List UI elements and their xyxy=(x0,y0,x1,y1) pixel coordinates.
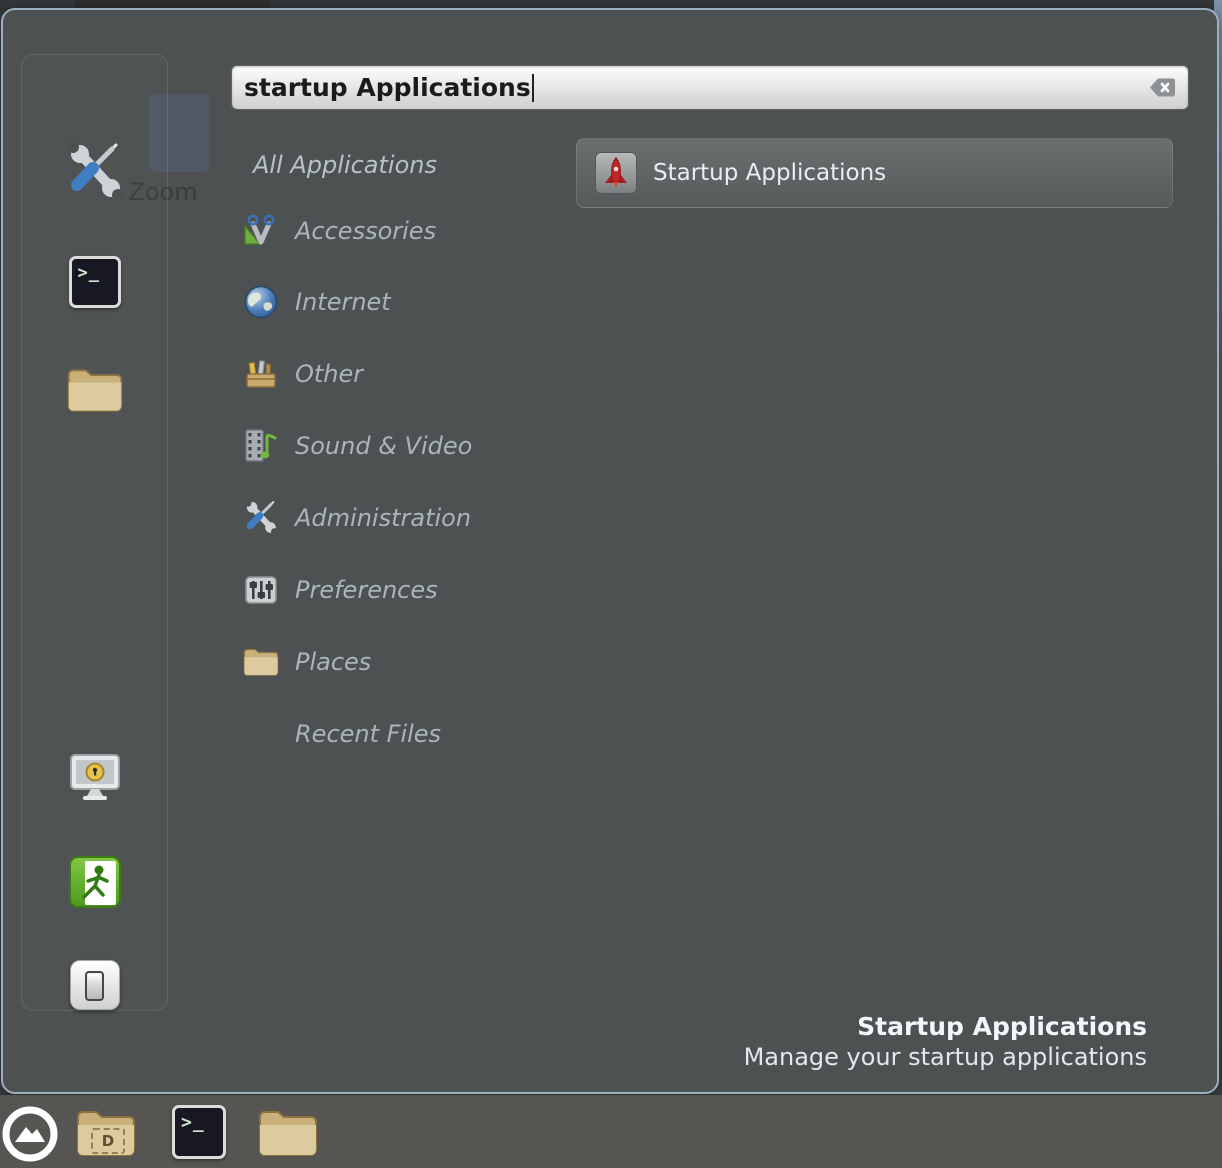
taskbar: D >_ xyxy=(0,1095,1222,1168)
startup-rocket-icon xyxy=(595,152,637,194)
category-places[interactable]: Places xyxy=(241,627,571,697)
taskbar-terminal-button[interactable]: >_ xyxy=(172,1105,226,1159)
category-label: All Applications xyxy=(253,151,437,179)
folder-icon xyxy=(256,1104,320,1162)
category-administration[interactable]: Administration xyxy=(241,483,571,553)
selection-subtitle: Manage your startup applications xyxy=(744,1043,1147,1072)
folder-icon xyxy=(65,363,125,417)
desktop-letter-badge: D xyxy=(91,1128,125,1154)
system-tools-icon xyxy=(63,140,127,204)
terminal-prompt-glyph: >_ xyxy=(72,259,100,283)
administration-icon xyxy=(241,499,281,537)
result-startup-applications[interactable]: Startup Applications xyxy=(576,138,1173,208)
sound-video-icon xyxy=(241,427,281,465)
category-label: Internet xyxy=(295,288,391,316)
category-label: Sound & Video xyxy=(295,432,472,460)
category-preferences[interactable]: Preferences xyxy=(241,555,571,625)
logout-icon xyxy=(68,855,122,909)
lock-screen-icon xyxy=(67,749,123,805)
internet-icon xyxy=(241,283,281,321)
light-switch-icon xyxy=(85,971,104,1001)
category-accessories[interactable]: Accessories xyxy=(241,196,571,266)
toolbox-icon xyxy=(241,355,281,393)
shutdown-button[interactable] xyxy=(70,960,120,1010)
category-internet[interactable]: Internet xyxy=(241,267,571,337)
result-label: Startup Applications xyxy=(653,160,886,186)
application-menu: Zoom >_ xyxy=(1,8,1219,1094)
search-value: startup Applications xyxy=(244,73,531,102)
mint-logo-icon xyxy=(0,1104,60,1164)
terminal-button[interactable]: >_ xyxy=(69,256,121,308)
category-sound-video[interactable]: Sound & Video xyxy=(241,411,571,481)
category-label: Other xyxy=(295,360,363,388)
category-all-applications[interactable]: All Applications xyxy=(241,130,571,200)
logout-button[interactable] xyxy=(68,855,122,913)
desktop: Zoom >_ xyxy=(0,0,1222,1168)
selection-info: Startup Applications Manage your startup… xyxy=(744,1012,1147,1072)
category-label: Accessories xyxy=(295,217,436,245)
lock-screen-button[interactable] xyxy=(67,749,123,809)
text-caret xyxy=(532,74,534,102)
category-recent-files[interactable]: Recent Files xyxy=(241,699,571,769)
accessories-icon xyxy=(241,212,281,250)
show-desktop-button[interactable]: D xyxy=(74,1104,138,1166)
clear-search-icon[interactable] xyxy=(1149,77,1176,98)
category-label: Preferences xyxy=(295,576,438,604)
preferences-icon xyxy=(241,571,281,609)
category-other[interactable]: Other xyxy=(241,339,571,409)
category-label: Recent Files xyxy=(295,720,441,748)
favorites-sidebar: >_ xyxy=(21,54,168,1011)
terminal-prompt-glyph: >_ xyxy=(175,1108,205,1133)
category-label: Administration xyxy=(295,504,471,532)
selection-title: Startup Applications xyxy=(744,1012,1147,1043)
files-button[interactable] xyxy=(65,363,125,421)
taskbar-files-button[interactable] xyxy=(256,1104,320,1166)
search-input[interactable]: startup Applications xyxy=(231,65,1189,110)
category-label: Places xyxy=(295,648,371,676)
system-settings-button[interactable] xyxy=(63,140,127,208)
menu-button[interactable] xyxy=(0,1104,60,1168)
places-icon xyxy=(241,645,281,679)
